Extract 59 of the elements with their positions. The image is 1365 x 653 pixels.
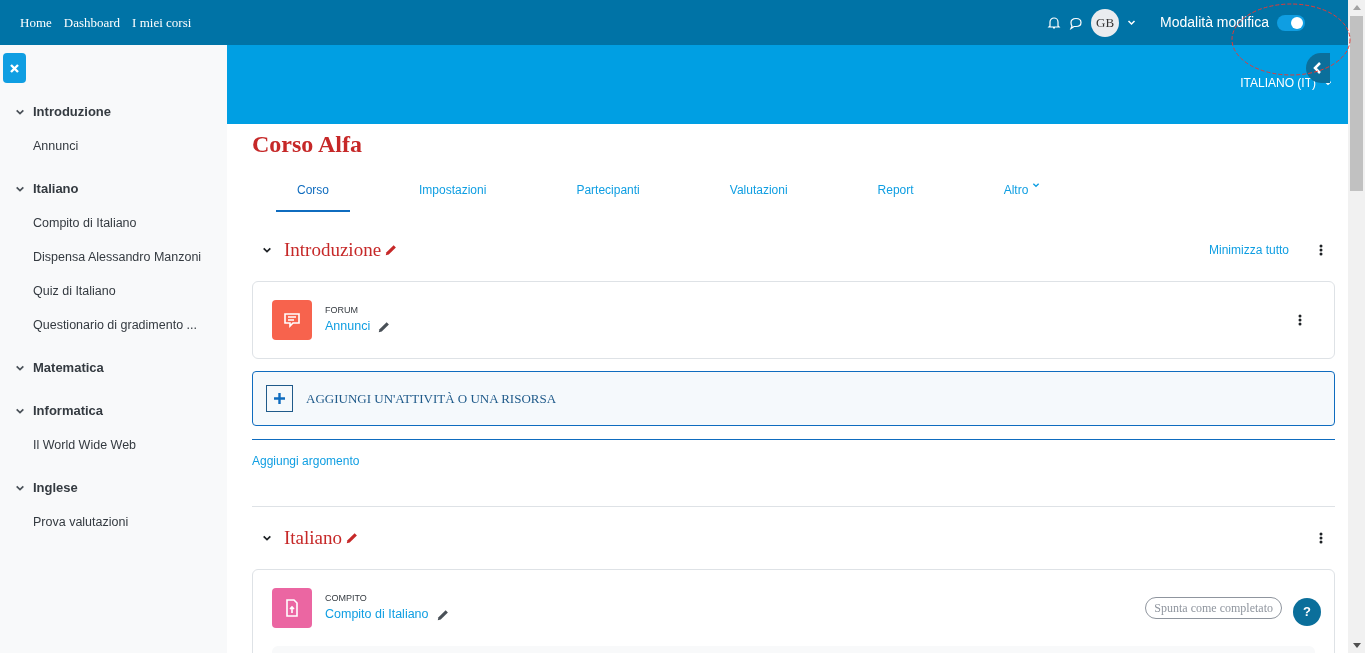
more-icon[interactable] (1298, 314, 1302, 326)
collapse-all-link[interactable]: Minimizza tutto (1208, 241, 1289, 259)
course-tab[interactable]: Impostazioni (398, 175, 508, 212)
pencil-icon[interactable] (385, 244, 398, 256)
nav-link[interactable]: I miei corsi (132, 12, 192, 33)
chevron-down-icon[interactable] (262, 245, 272, 255)
course-title: Corso Alfa (252, 130, 363, 159)
section-title: Italiano (284, 525, 343, 550)
add-topic-link[interactable]: Aggiungi argomento (252, 454, 360, 468)
forum-icon (272, 300, 312, 340)
sidebar-section-title[interactable]: Matematica (33, 358, 104, 378)
scrollbar[interactable] (1348, 0, 1365, 653)
pencil-icon[interactable] (436, 608, 449, 621)
course-tab[interactable]: Corso (276, 175, 350, 212)
close-drawer-button[interactable] (3, 53, 26, 83)
chevron-down-icon[interactable] (15, 406, 25, 416)
chat-icon[interactable] (1069, 15, 1084, 30)
plus-icon (266, 385, 293, 412)
section-title: Introduzione (284, 237, 382, 262)
edit-mode-toggle[interactable] (1277, 14, 1305, 31)
sidebar-item[interactable]: Quiz di Italiano (15, 280, 227, 302)
sidebar-item[interactable]: Prova valutazioni (15, 511, 227, 533)
nav-link[interactable]: Dashboard (63, 12, 121, 33)
sidebar-section-title[interactable]: Inglese (33, 478, 78, 498)
chevron-down-icon[interactable] (262, 533, 272, 543)
activity-type: FORUM (325, 303, 359, 317)
chevron-left-icon (1313, 62, 1323, 74)
add-activity-button[interactable]: AGGIUNGI UN'ATTIVITÀ O UNA RISORSA (252, 371, 1335, 426)
chevron-down-icon[interactable] (15, 184, 25, 194)
sidebar-item[interactable]: Dispensa Alessandro Manzoni (15, 246, 227, 268)
chevron-down-icon[interactable] (15, 363, 25, 373)
sidebar-item[interactable]: Questionario di gradimento ... (15, 314, 227, 336)
sidebar-section-title[interactable]: Informatica (33, 401, 104, 421)
course-tab[interactable]: Report (856, 175, 935, 212)
sidebar-section-title[interactable]: Italiano (33, 179, 79, 199)
bell-icon[interactable] (1047, 15, 1062, 30)
user-avatar[interactable]: GB (1091, 8, 1120, 37)
chevron-down-icon[interactable] (15, 107, 25, 117)
pencil-icon[interactable] (346, 532, 359, 544)
activity-link[interactable]: Compito di Italiano (325, 605, 429, 625)
scroll-down-icon[interactable] (1352, 643, 1361, 648)
sidebar-item[interactable]: Il World Wide Web (15, 434, 227, 456)
edit-mode-label: Modalità modifica (1160, 13, 1269, 32)
course-tab[interactable]: Altro (982, 175, 1062, 212)
sidebar-item[interactable]: Compito di Italiano (15, 212, 227, 234)
assignment-icon (272, 588, 312, 628)
pencil-icon[interactable] (378, 320, 391, 333)
chevron-down-icon[interactable] (15, 483, 25, 493)
activity-link[interactable]: Annunci (325, 317, 371, 337)
activity-type: COMPITO (325, 591, 368, 605)
nav-link[interactable]: Home (20, 12, 52, 33)
close-icon (10, 63, 19, 73)
scrollbar-thumb[interactable] (1350, 16, 1363, 191)
sidebar-item[interactable]: Annunci (15, 135, 227, 157)
course-tab[interactable]: Valutazioni (708, 175, 809, 212)
course-tab[interactable]: Partecipanti (555, 175, 661, 212)
more-icon[interactable] (1319, 532, 1323, 544)
sidebar-section-title[interactable]: Introduzione (33, 102, 111, 122)
more-icon[interactable] (1319, 244, 1323, 256)
